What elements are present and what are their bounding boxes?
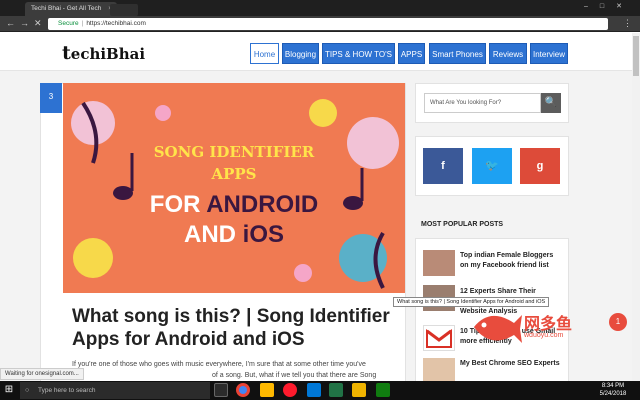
search-icon[interactable]: 🔍 [541,93,561,113]
music-notes-decoration [71,99,399,289]
popular-post-thumbnail[interactable] [423,250,455,276]
watermark-text: 网多鱼 [524,316,573,333]
gmail-thumbnail-icon[interactable] [423,325,455,351]
search-icon: ○ [25,387,30,394]
menu-interview[interactable]: Interview [530,43,568,64]
hero-line-2: APPS [211,165,257,183]
menu-tips[interactable]: TIPS & HOW TO'S [322,43,395,64]
hero-line-4: AND iOS [183,221,284,248]
site-logo[interactable]: techiBhai [62,42,145,64]
menu-blogging[interactable]: Blogging [282,43,319,64]
post-excerpt: If you're one of those who goes with mus… [72,361,377,379]
word-icon[interactable] [307,383,321,397]
file-explorer-icon[interactable] [260,383,274,397]
url-input[interactable]: Secure | https://techibhai.com [48,18,608,30]
hero-line-1: SONG IDENTIFIER [153,143,315,161]
window-controls[interactable]: –□✕ [584,2,634,10]
popular-post-title[interactable]: Top indian Female Bloggers on my Faceboo… [460,251,560,271]
comment-count-badge[interactable]: 3 [40,83,62,113]
watermark-url: wduoyu.com [524,332,564,339]
taskbar-search-input[interactable]: Type here to search [20,382,210,399]
forward-icon[interactable]: → [20,18,29,28]
excel-icon[interactable] [329,383,343,397]
secure-label: Secure [58,20,79,27]
menu-smart-phones[interactable]: Smart Phones [429,43,486,64]
tab-title: Techi Bhai - Get All Tech [31,5,102,12]
page-scrollbar[interactable] [632,33,640,381]
notification-bell-icon[interactable]: 1 [609,313,627,331]
popular-posts-heading: MOST POPULAR POSTS [421,221,504,228]
search-input[interactable]: What Are You looking For? [424,93,541,113]
app-icon[interactable] [376,383,390,397]
browser-menu-icon[interactable]: ⋮ [623,18,632,29]
gmail-icon [426,329,452,348]
menu-home[interactable]: Home [250,43,279,64]
browser-status-bar: Waiting for onesignal.com... [0,368,84,380]
twitter-icon[interactable]: 🐦 [472,148,512,184]
app-icon[interactable] [352,383,366,397]
post-title[interactable]: What song is this? | Song Identifier App… [72,305,392,351]
facebook-icon[interactable]: f [423,148,463,184]
browser-tab[interactable]: Techi Bhai - Get All Tech × [25,2,117,16]
fish-logo-icon [474,315,522,343]
google-plus-icon[interactable]: g [520,148,560,184]
popular-post-title[interactable]: 12 Experts Share Their [460,287,560,297]
post-hero-image[interactable]: SONG IDENTIFIER APPS FOR ANDROID AND iOS [63,83,405,293]
taskbar-clock[interactable]: 8:34 PM 5/24/2018 [590,382,636,398]
url-text: https://techibhai.com [86,20,146,27]
stop-icon[interactable]: ✕ [34,18,42,29]
menu-reviews[interactable]: Reviews [489,43,527,64]
popular-post-title[interactable]: My Best Chrome SEO Experts [460,359,560,369]
windows-start-icon[interactable]: ⊞ [2,383,16,397]
task-view-icon[interactable] [214,383,228,397]
popular-post-thumbnail[interactable] [423,358,455,381]
new-tab-button[interactable] [110,4,138,16]
chrome-icon[interactable] [236,383,250,397]
opera-icon[interactable] [283,383,297,397]
scrollbar-thumb[interactable] [633,36,639,76]
hero-line-3: FOR ANDROID [149,191,319,218]
menu-apps[interactable]: APPS [398,43,425,64]
back-icon[interactable]: ← [6,18,15,28]
